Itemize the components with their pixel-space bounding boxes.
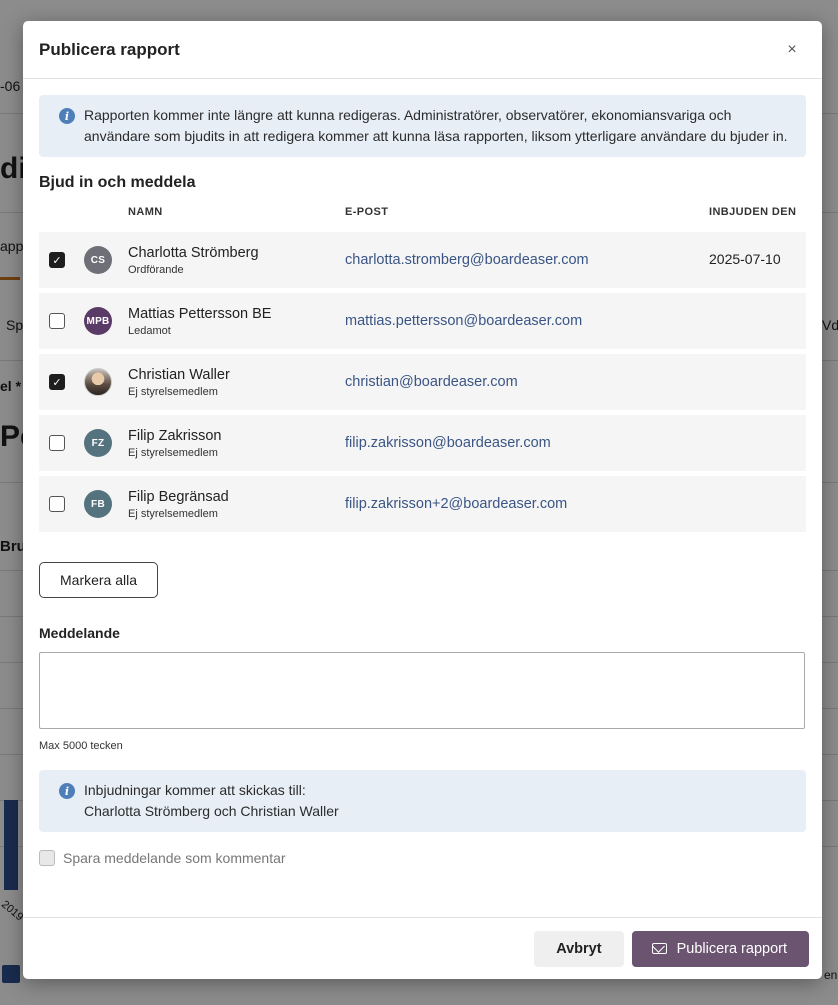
invite-recipients-banner: i Inbjudningar kommer att skickas till: … <box>39 770 806 832</box>
member-role: Ordförande <box>128 263 184 276</box>
table-row: FZ Filip Zakrisson Ej styrelsemedlem fil… <box>39 415 806 471</box>
member-email: christian@boardeaser.com <box>345 374 518 390</box>
column-header-invited: INBJUDEN DEN <box>709 206 797 218</box>
cancel-button[interactable]: Avbryt <box>534 930 624 967</box>
invitee-list: ✓ CS Charlotta Strömberg Ordförande char… <box>39 232 806 532</box>
message-textarea[interactable] <box>39 652 805 729</box>
member-name: Christian Waller <box>128 366 230 383</box>
member-role: Ej styrelsemedlem <box>128 507 218 520</box>
info-icon: i <box>59 783 75 799</box>
close-button[interactable]: × <box>778 36 806 64</box>
save-comment-checkbox[interactable] <box>39 850 55 866</box>
invite-checkbox[interactable]: ✓ <box>49 252 65 268</box>
member-role: Ej styrelsemedlem <box>128 385 218 398</box>
section-title: Bjud in och meddela <box>39 174 196 191</box>
info-banner: i Rapporten kommer inte längre att kunna… <box>39 95 806 157</box>
member-name: Mattias Pettersson BE <box>128 305 272 322</box>
member-name: Filip Begränsad <box>128 488 229 505</box>
member-name: Filip Zakrisson <box>128 427 222 444</box>
invite-checkbox[interactable] <box>49 496 65 512</box>
select-all-button[interactable]: Markera alla <box>39 562 159 598</box>
info-icon: i <box>59 108 75 124</box>
avatar: CS <box>84 246 112 274</box>
avatar: FZ <box>84 429 112 457</box>
table-row: ✓ CS Charlotta Strömberg Ordförande char… <box>39 232 806 288</box>
member-name: Charlotta Strömberg <box>128 244 259 261</box>
publish-report-dialog: Publicera rapport × i Rapporten kommer i… <box>23 21 822 979</box>
table-row: FB Filip Begränsad Ej styrelsemedlem fil… <box>39 476 806 532</box>
dialog-body: i Rapporten kommer inte längre att kunna… <box>23 79 822 866</box>
table-row: ✓ Christian Waller Ej styrelsemedlem chr… <box>39 354 806 410</box>
save-comment-label: Spara meddelande som kommentar <box>63 850 286 866</box>
invite-info-line1: Inbjudningar kommer att skickas till: <box>84 782 306 798</box>
column-header-name: NAMN <box>128 206 163 218</box>
invited-date: 2025-07-10 <box>709 251 781 267</box>
invite-info-line2: Charlotta Strömberg och Christian Waller <box>84 803 339 819</box>
member-role: Ej styrelsemedlem <box>128 446 218 459</box>
invite-checkbox[interactable]: ✓ <box>49 374 65 390</box>
dialog-footer: Avbryt Publicera rapport <box>23 917 822 979</box>
envelope-icon <box>651 943 667 954</box>
member-email: filip.zakrisson+2@boardeaser.com <box>345 496 568 512</box>
member-email: filip.zakrisson@boardeaser.com <box>345 435 551 451</box>
member-role: Ledamot <box>128 324 171 337</box>
message-hint: Max 5000 tecken <box>39 740 123 752</box>
avatar: FB <box>84 490 112 518</box>
invite-checkbox[interactable] <box>49 435 65 451</box>
publish-report-button[interactable]: Publicera rapport <box>631 930 809 967</box>
dialog-title: Publicera rapport <box>39 39 180 59</box>
table-header: NAMN E-POST INBJUDEN DEN <box>39 192 806 232</box>
member-email: mattias.pettersson@boardeaser.com <box>345 313 583 329</box>
member-email: charlotta.stromberg@boardeaser.com <box>345 252 589 268</box>
close-icon: × <box>787 40 797 58</box>
avatar <box>84 368 112 396</box>
invite-checkbox[interactable] <box>49 313 65 329</box>
message-label: Meddelande <box>39 625 120 641</box>
dialog-header: Publicera rapport × <box>23 21 822 79</box>
publish-report-label: Publicera rapport <box>676 940 787 957</box>
avatar: MPB <box>84 307 112 335</box>
table-row: MPB Mattias Pettersson BE Ledamot mattia… <box>39 293 806 349</box>
column-header-email: E-POST <box>345 206 389 218</box>
save-comment-option: Spara meddelande som kommentar <box>39 850 806 866</box>
info-text: Rapporten kommer inte längre att kunna r… <box>84 107 788 144</box>
